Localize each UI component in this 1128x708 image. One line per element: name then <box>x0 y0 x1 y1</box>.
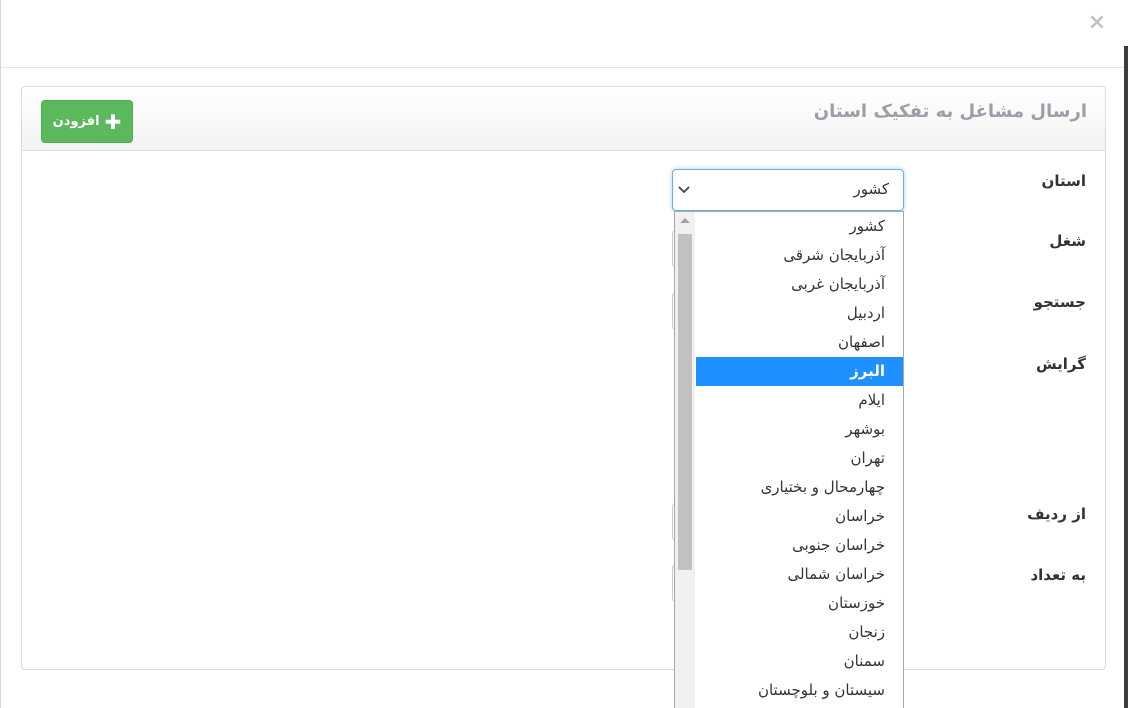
panel-heading: ارسال مشاغل به تفکیک استان ✚ افزودن <box>22 87 1105 151</box>
dropdown-option[interactable]: خراسان <box>696 502 903 531</box>
close-button[interactable]: × <box>1087 9 1107 37</box>
chevron-down-icon <box>678 186 690 194</box>
modal-dialog: × ارسال مشاغل به تفکیک استان ✚ افزودن اس… <box>0 0 1128 708</box>
dropdown-option[interactable]: البرز <box>696 357 903 386</box>
add-button-label: افزودن <box>52 114 100 129</box>
dropdown-option[interactable]: کشور <box>696 212 903 241</box>
from-row-label: از ردیف <box>1027 505 1086 523</box>
dropdown-option[interactable]: خراسان شمالی <box>696 560 903 589</box>
dropdown-option[interactable]: اردبیل <box>696 299 903 328</box>
dropdown-options: کشور آذربایجان شرقی آذربایجان غربی اردبیل اص… <box>696 212 903 705</box>
add-button[interactable]: ✚ افزودن <box>41 100 133 143</box>
dropdown-option[interactable]: بوشهر <box>696 415 903 444</box>
panel-title: ارسال مشاغل به تفکیک استان <box>813 101 1087 122</box>
dropdown-option[interactable]: زنجان <box>696 618 903 647</box>
dropdown-option[interactable]: چهارمحال و بختیاری <box>696 473 903 502</box>
province-select[interactable]: کشور <box>672 169 904 211</box>
search-label: جستجو <box>1033 293 1086 311</box>
scrollbar-thumb[interactable] <box>678 234 692 570</box>
scroll-up-arrow-icon[interactable] <box>680 218 690 223</box>
dropdown-option[interactable]: اصفهان <box>696 328 903 357</box>
orientation-label: گرایش <box>1035 355 1086 373</box>
dropdown-option[interactable]: خراسان جنوبی <box>696 531 903 560</box>
panel: ارسال مشاغل به تفکیک استان ✚ افزودن <box>21 86 1106 670</box>
dropdown-option[interactable]: سیستان و بلوچستان <box>696 676 903 705</box>
dropdown-option[interactable]: ایلام <box>696 386 903 415</box>
modal-header: × <box>1 0 1128 68</box>
plus-icon: ✚ <box>104 109 122 134</box>
dropdown-option[interactable]: آذربایجان غربی <box>696 270 903 299</box>
province-label: استان <box>1041 172 1086 190</box>
dropdown-option[interactable]: تهران <box>696 444 903 473</box>
province-dropdown-list[interactable]: کشور آذربایجان شرقی آذربایجان غربی اردبیل اص… <box>674 211 904 708</box>
dropdown-option[interactable]: آذربایجان شرقی <box>696 241 903 270</box>
dropdown-option[interactable]: خوزستان <box>696 589 903 618</box>
job-label: شغل <box>1049 232 1086 250</box>
count-label: به تعداد <box>1030 566 1086 584</box>
dropdown-scrollbar[interactable] <box>675 212 695 708</box>
dropdown-option[interactable]: سمنان <box>696 647 903 676</box>
province-select-value: کشور <box>853 180 889 198</box>
backdrop-edge <box>1124 46 1128 708</box>
